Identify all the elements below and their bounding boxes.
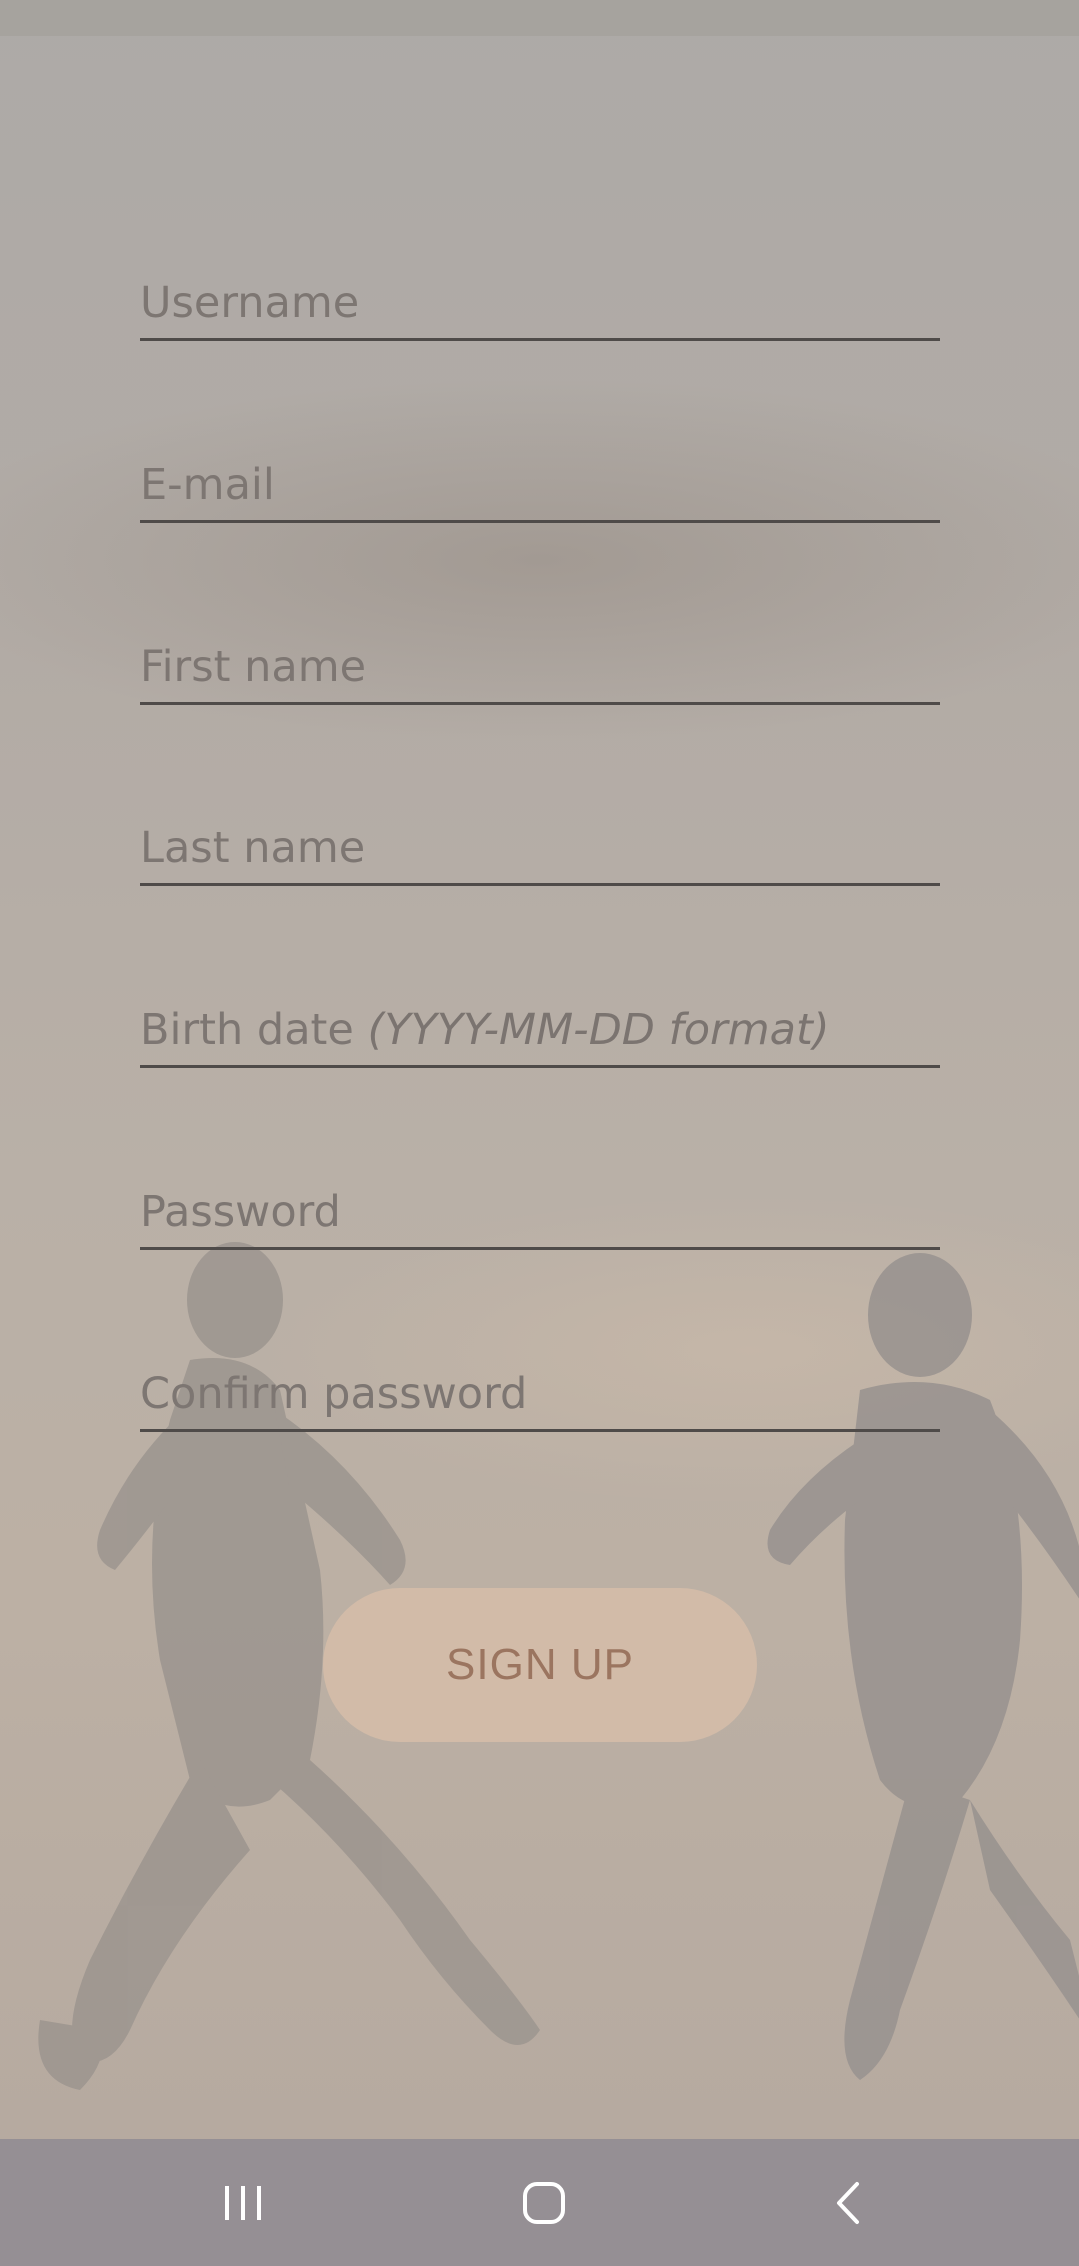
last-name-field[interactable]: Last name xyxy=(140,823,940,886)
first-name-field[interactable]: First name xyxy=(140,642,940,705)
last-name-placeholder: Last name xyxy=(140,823,366,873)
confirm-password-placeholder: Confirm password xyxy=(140,1369,528,1419)
recents-button[interactable] xyxy=(143,2139,343,2266)
home-button[interactable] xyxy=(444,2139,644,2266)
birth-date-label: Birth date xyxy=(140,1005,354,1055)
first-name-placeholder: First name xyxy=(140,642,367,692)
back-button[interactable] xyxy=(748,2139,948,2266)
username-placeholder: Username xyxy=(140,278,360,328)
birth-date-format-hint: (YYYY-MM-DD format) xyxy=(367,1005,830,1055)
back-icon xyxy=(837,2181,859,2224)
password-placeholder: Password xyxy=(140,1187,341,1237)
password-field[interactable]: Password xyxy=(140,1187,940,1250)
navigation-bar xyxy=(0,2139,1079,2266)
birth-date-field[interactable]: Birth date (YYYY-MM-DD format) xyxy=(140,1005,940,1068)
sign-up-button[interactable]: SIGN UP xyxy=(323,1588,757,1742)
username-field[interactable]: Username xyxy=(140,278,940,341)
email-placeholder: E-mail xyxy=(140,460,275,510)
birth-date-placeholder: Birth date (YYYY-MM-DD format) xyxy=(140,1005,830,1055)
email-field[interactable]: E-mail xyxy=(140,460,940,523)
status-bar xyxy=(0,0,1079,36)
home-icon xyxy=(523,2181,565,2224)
recents-icon xyxy=(225,2185,261,2220)
confirm-password-field[interactable]: Confirm password xyxy=(140,1369,940,1432)
